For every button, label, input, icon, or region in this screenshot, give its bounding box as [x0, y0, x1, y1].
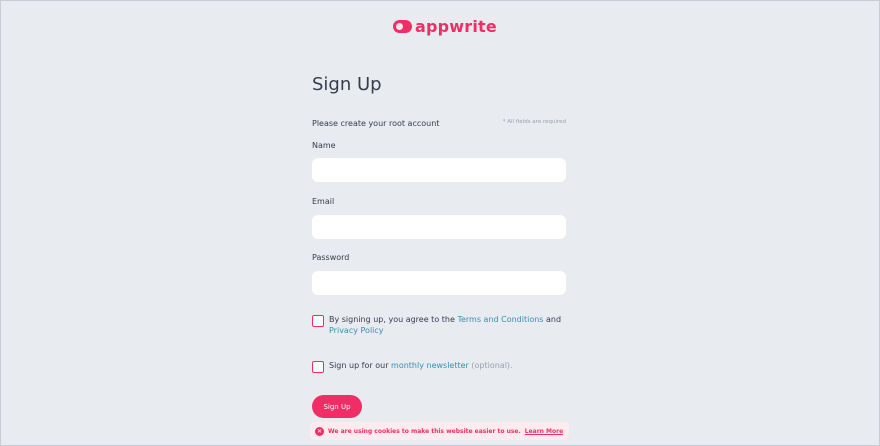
terms-row: By signing up, you agree to the Terms an… [312, 314, 566, 336]
name-field[interactable] [312, 158, 566, 182]
newsletter-checkbox[interactable] [312, 361, 324, 373]
cookie-banner: ✕ We are using cookies to make this webs… [310, 422, 569, 440]
terms-prefix: By signing up, you agree to the [329, 315, 455, 324]
logo-text: appwrite [415, 17, 497, 36]
terms-and: and [546, 315, 562, 324]
name-label: Name [312, 141, 336, 150]
appwrite-logo[interactable]: appwrite [393, 17, 497, 36]
required-note: * All fields are required [502, 119, 566, 125]
terms-link[interactable]: Terms and Conditions [457, 315, 543, 324]
cookie-message: We are using cookies to make this websit… [328, 427, 521, 435]
close-icon[interactable]: ✕ [315, 426, 324, 436]
newsletter-link[interactable]: monthly newsletter [391, 361, 469, 370]
newsletter-row: Sign up for our monthly newsletter (opti… [312, 360, 566, 373]
email-field[interactable] [312, 215, 566, 239]
email-label: Email [312, 197, 335, 206]
privacy-policy-link[interactable]: Privacy Policy [329, 326, 384, 335]
terms-checkbox[interactable] [312, 315, 324, 327]
page-title: Sign Up [312, 74, 382, 95]
newsletter-text: Sign up for our monthly newsletter (opti… [329, 360, 513, 371]
learn-more-link[interactable]: Learn More [525, 428, 563, 435]
newsletter-suffix: (optional). [471, 361, 513, 370]
password-field[interactable] [312, 271, 566, 295]
newsletter-prefix: Sign up for our [329, 361, 389, 370]
password-label: Password [312, 253, 350, 262]
form-subtitle: Please create your root account [312, 119, 440, 128]
sign-up-button[interactable]: Sign Up [312, 395, 362, 418]
terms-text: By signing up, you agree to the Terms an… [329, 314, 561, 336]
appwrite-logo-icon [393, 20, 412, 33]
